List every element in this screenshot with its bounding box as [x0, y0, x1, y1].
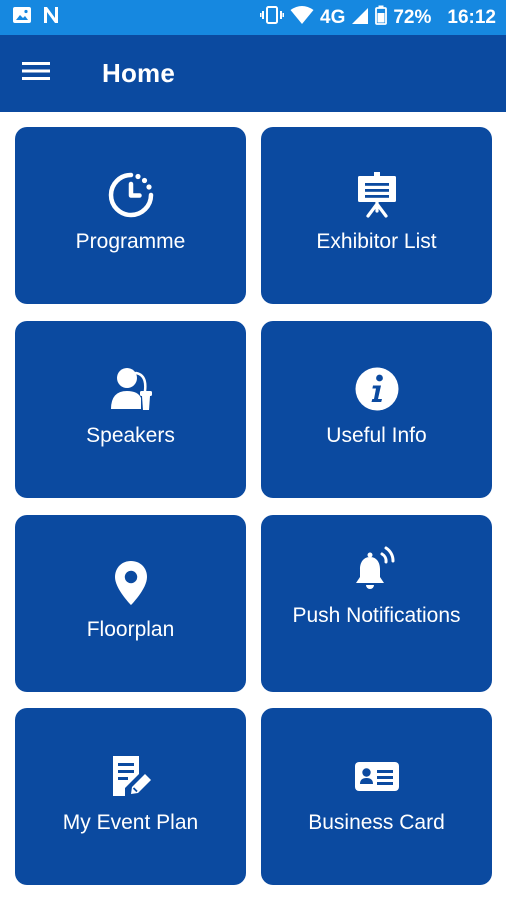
useful-info-tile[interactable]: Useful Info — [261, 321, 492, 498]
exhibitor-list-tile[interactable]: Exhibitor List — [261, 127, 492, 304]
battery-icon — [375, 5, 388, 31]
bell-ringing-icon — [353, 545, 401, 593]
document-edit-icon — [107, 752, 155, 800]
tile-label: Business Card — [308, 811, 445, 834]
battery-percent: 72% — [393, 6, 432, 28]
tile-label: Floorplan — [86, 618, 175, 641]
speaker-podium-icon — [107, 365, 155, 413]
clock-icon — [107, 171, 155, 219]
clock-time: 16:12 — [447, 6, 496, 28]
programme-tile[interactable]: Programme — [15, 127, 246, 304]
tile-label: Push Notifications — [292, 604, 461, 627]
my-event-plan-tile[interactable]: My Event Plan — [15, 708, 246, 885]
tile-label: Speakers — [86, 424, 175, 447]
business-card-tile[interactable]: Business Card — [261, 708, 492, 885]
presentation-board-icon — [353, 171, 401, 219]
speakers-tile[interactable]: Speakers — [15, 321, 246, 498]
info-icon — [353, 365, 401, 413]
n-icon — [42, 5, 60, 31]
push-notifications-tile[interactable]: Push Notifications — [261, 515, 492, 692]
vibrate-icon — [259, 5, 285, 31]
id-card-icon — [353, 752, 401, 800]
hamburger-menu-icon — [22, 60, 50, 87]
wifi-icon — [290, 5, 314, 31]
status-bar: 4G 72% 16:12 — [0, 0, 506, 35]
floorplan-tile[interactable]: Floorplan — [15, 515, 246, 692]
tile-label: Useful Info — [326, 424, 427, 447]
network-type-label: 4G — [320, 6, 346, 28]
image-icon — [12, 5, 32, 31]
hamburger-menu-button[interactable] — [16, 53, 56, 93]
tile-label: My Event Plan — [62, 811, 199, 834]
page-title: Home — [102, 58, 176, 88]
app-bar: Home — [0, 35, 506, 112]
tile-label: Exhibitor List — [316, 230, 437, 253]
map-pin-icon — [107, 559, 155, 607]
signal-icon — [351, 5, 369, 31]
tile-label: Programme — [75, 230, 186, 253]
